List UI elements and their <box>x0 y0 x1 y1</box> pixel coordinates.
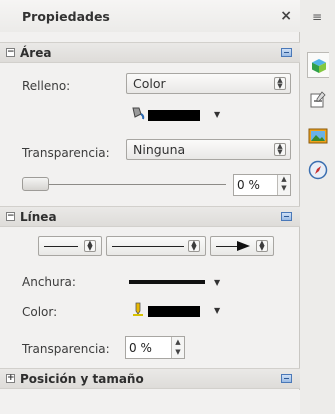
transparency-percent-value: 0 % <box>237 178 260 192</box>
line-color-swatch[interactable] <box>148 306 200 317</box>
transparency-label: Transparencia: <box>22 146 110 160</box>
transparency-select[interactable]: Ninguna ▲ ▼ <box>126 139 291 160</box>
line-transparency-field[interactable]: 0 % ▲ ▼ <box>125 336 185 359</box>
more-options-icon[interactable] <box>281 212 292 221</box>
transparency-select-value: Ninguna <box>133 142 186 157</box>
transparency-percent-field[interactable]: 0 % ▲ ▼ <box>233 174 291 196</box>
panel-titlebar: Propiedades × <box>0 0 300 32</box>
gallery-icon[interactable] <box>308 126 328 146</box>
area-section-title: Área <box>20 45 52 60</box>
properties-tab[interactable] <box>307 52 329 78</box>
paint-bucket-icon[interactable] <box>130 106 146 120</box>
updown-arrows-icon: ▲ ▼ <box>274 143 286 156</box>
line-style-preview <box>112 246 184 247</box>
menu-icon[interactable]: ≡ <box>312 10 322 24</box>
updown-arrows-icon: ▲ ▼ <box>274 77 286 90</box>
fill-select[interactable]: Color ▲ ▼ <box>126 73 291 94</box>
pen-icon[interactable] <box>131 302 145 316</box>
spin-arrows-icon[interactable]: ▲ ▼ <box>277 175 290 195</box>
line-section-title: Línea <box>20 209 57 224</box>
line-transparency-value: 0 % <box>129 340 152 355</box>
spin-arrows-icon[interactable]: ▲ ▼ <box>171 337 184 358</box>
fill-label: Relleno: <box>22 79 71 93</box>
line-style-preview <box>44 246 78 247</box>
updown-arrows-icon: ▲ ▼ <box>188 240 200 252</box>
styles-icon[interactable] <box>308 90 328 110</box>
line-style-preview <box>216 246 238 247</box>
cube-icon <box>312 59 326 73</box>
transparency-slider-track[interactable] <box>22 184 226 185</box>
line-style-button[interactable]: ▲ ▼ <box>106 236 206 256</box>
line-start-style-button[interactable]: ▲ ▼ <box>38 236 102 256</box>
line-color-label: Color: <box>22 305 58 319</box>
line-width-preview[interactable] <box>129 280 205 284</box>
more-options-icon[interactable] <box>281 374 292 383</box>
transparency-slider-handle[interactable] <box>22 177 49 191</box>
close-icon[interactable]: × <box>280 8 292 24</box>
area-section-header[interactable]: − Área <box>0 42 300 63</box>
fill-color-swatch[interactable] <box>148 110 200 121</box>
updown-arrows-icon: ▲ ▼ <box>84 240 96 252</box>
expand-icon[interactable]: + <box>6 374 15 383</box>
line-end-style-button[interactable]: ▲ ▼ <box>210 236 274 256</box>
arrow-end-icon <box>237 241 250 251</box>
sidebar-tabbar: ≡ <box>300 0 335 414</box>
line-section-header[interactable]: − Línea <box>0 206 300 227</box>
fill-color-dropdown-icon[interactable]: ▼ <box>214 110 220 119</box>
position-section-title: Posición y tamaño <box>20 371 144 386</box>
panel-empty-area <box>0 390 300 414</box>
navigator-icon[interactable] <box>308 160 328 180</box>
fill-select-value: Color <box>133 76 166 91</box>
updown-arrows-icon: ▲ ▼ <box>256 240 268 252</box>
line-transparency-label: Transparencia: <box>22 342 110 356</box>
line-width-dropdown-icon[interactable]: ▼ <box>214 278 220 287</box>
collapse-icon[interactable]: − <box>6 48 15 57</box>
panel-title: Propiedades <box>22 8 110 24</box>
properties-panel: Propiedades × − Área Relleno: Color ▲ ▼ ▼… <box>0 0 300 414</box>
line-width-label: Anchura: <box>22 275 76 289</box>
line-color-dropdown-icon[interactable]: ▼ <box>214 306 220 315</box>
position-section-header[interactable]: + Posición y tamaño <box>0 368 300 389</box>
more-options-icon[interactable] <box>281 48 292 57</box>
collapse-icon[interactable]: − <box>6 212 15 221</box>
